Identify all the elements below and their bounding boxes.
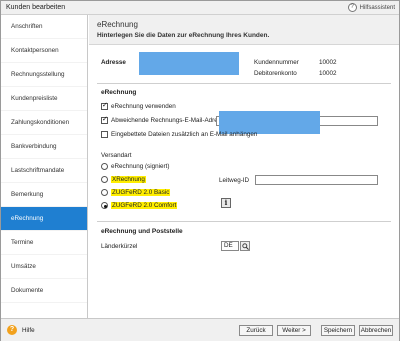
versandart-label: Versandart bbox=[101, 152, 132, 159]
window-title: Kunden bearbeiten bbox=[6, 4, 66, 11]
page-header: eRechnung Hinterlegen Sie die Daten zur … bbox=[89, 15, 399, 45]
address-label: Adresse bbox=[101, 59, 126, 66]
help-icon[interactable]: ? bbox=[7, 325, 17, 335]
radio-zugferd-basic-label: ZUGFeRD 2.0 Basic bbox=[111, 189, 171, 196]
country-code-label: Länderkürzel bbox=[101, 243, 138, 250]
title-bar: Kunden bearbeiten ? Hilfsassistent bbox=[1, 1, 399, 15]
next-button[interactable]: Weiter > bbox=[277, 325, 311, 336]
sidebar-item-anschriften[interactable]: Anschriften bbox=[1, 15, 87, 39]
attach-files-label: Eingebettete Dateien zusätzlich an E-Mai… bbox=[111, 131, 258, 138]
leitweg-id-label: Leitweg-ID bbox=[219, 177, 250, 184]
content-panel: eRechnung Hinterlegen Sie die Daten zur … bbox=[89, 15, 399, 318]
radio-zugferd-basic-label-wrap: ZUGFeRD 2.0 Basic bbox=[111, 189, 171, 196]
erechnung-section-title: eRechnung bbox=[101, 89, 137, 96]
assistant-label: Hilfsassistent bbox=[359, 4, 395, 11]
sidebar-item-umsaetze[interactable]: Umsätze bbox=[1, 255, 87, 279]
customer-number-label: Kundennummer bbox=[254, 59, 299, 66]
radio-erechnung-signiert-label: eRechnung (signiert) bbox=[111, 163, 170, 170]
dialog-window: Kunden bearbeiten ? Hilfsassistent Ansch… bbox=[0, 0, 400, 341]
footer-bar: ? Hilfe Zurück Weiter > Speichern Abbrec… bbox=[1, 318, 399, 341]
alt-email-checkbox[interactable]: ✓ bbox=[101, 116, 108, 124]
use-erechnung-checkbox[interactable]: ✓ bbox=[101, 102, 108, 110]
use-erechnung-label: eRechnung verwenden bbox=[111, 103, 176, 110]
sidebar-item-termine[interactable]: Termine bbox=[1, 231, 87, 255]
country-search-button[interactable] bbox=[240, 241, 250, 251]
radio-zugferd-comfort[interactable] bbox=[101, 202, 108, 209]
radio-xrechnung-label: XRechnung bbox=[111, 176, 146, 183]
check-icon: ✓ bbox=[102, 116, 108, 123]
radio-zugferd-comfort-label-wrap: ZUGFeRD 2.0 Comfort bbox=[111, 202, 178, 209]
sidebar-item-rechnungsstellung[interactable]: Rechnungsstellung bbox=[1, 63, 87, 87]
assistant-toggle[interactable]: ? Hilfsassistent bbox=[347, 3, 395, 12]
back-button[interactable]: Zurück bbox=[239, 325, 273, 336]
separator bbox=[97, 221, 391, 222]
check-icon: ✓ bbox=[102, 102, 108, 109]
leitweg-id-input[interactable] bbox=[255, 175, 378, 185]
sidebar-item-dokumente[interactable]: Dokumente bbox=[1, 279, 87, 303]
sidebar-item-zahlungskonditionen[interactable]: Zahlungskonditionen bbox=[1, 111, 87, 135]
cancel-button[interactable]: Abbrechen bbox=[359, 325, 393, 336]
poststelle-section-title: eRechnung und Poststelle bbox=[101, 228, 183, 235]
attach-files-checkbox[interactable] bbox=[101, 131, 108, 138]
sidebar-item-erechnung[interactable]: eRechnung bbox=[1, 207, 87, 231]
question-icon: ? bbox=[347, 3, 357, 12]
address-redacted-block bbox=[139, 52, 239, 75]
info-icon[interactable]: i bbox=[221, 198, 231, 208]
debtor-account-value: 10002 bbox=[319, 70, 337, 77]
sidebar-item-kundenpreisliste[interactable]: Kundenpreisliste bbox=[1, 87, 87, 111]
separator bbox=[97, 83, 391, 84]
sidebar: Anschriften Kontaktpersonen Rechnungsste… bbox=[1, 15, 88, 318]
radio-xrechnung[interactable] bbox=[101, 176, 108, 183]
sidebar-item-bankverbindung[interactable]: Bankverbindung bbox=[1, 135, 87, 159]
sidebar-item-lastschriftmandate[interactable]: Lastschriftmandate bbox=[1, 159, 87, 183]
radio-selected-dot bbox=[103, 204, 107, 208]
radio-zugferd-comfort-label: ZUGFeRD 2.0 Comfort bbox=[111, 202, 178, 209]
customer-number-value: 10002 bbox=[319, 59, 337, 66]
country-code-input[interactable]: DE bbox=[221, 241, 239, 251]
alt-email-label: Abweichende Rechnungs-E-Mail-Adresse bbox=[111, 117, 228, 124]
search-icon bbox=[242, 243, 249, 250]
page-subtitle: Hinterlegen Sie die Daten zur eRechnung … bbox=[97, 32, 270, 39]
radio-zugferd-basic[interactable] bbox=[101, 189, 108, 196]
save-button[interactable]: Speichern bbox=[321, 325, 355, 336]
sidebar-item-bemerkung[interactable]: Bemerkung bbox=[1, 183, 87, 207]
help-link[interactable]: Hilfe bbox=[22, 327, 35, 334]
sidebar-item-kontaktpersonen[interactable]: Kontaktpersonen bbox=[1, 39, 87, 63]
debtor-account-label: Debitorenkonto bbox=[254, 70, 297, 77]
radio-erechnung-signiert[interactable] bbox=[101, 163, 108, 170]
page-title: eRechnung bbox=[97, 20, 138, 29]
radio-xrechnung-label-wrap: XRechnung bbox=[111, 176, 146, 183]
